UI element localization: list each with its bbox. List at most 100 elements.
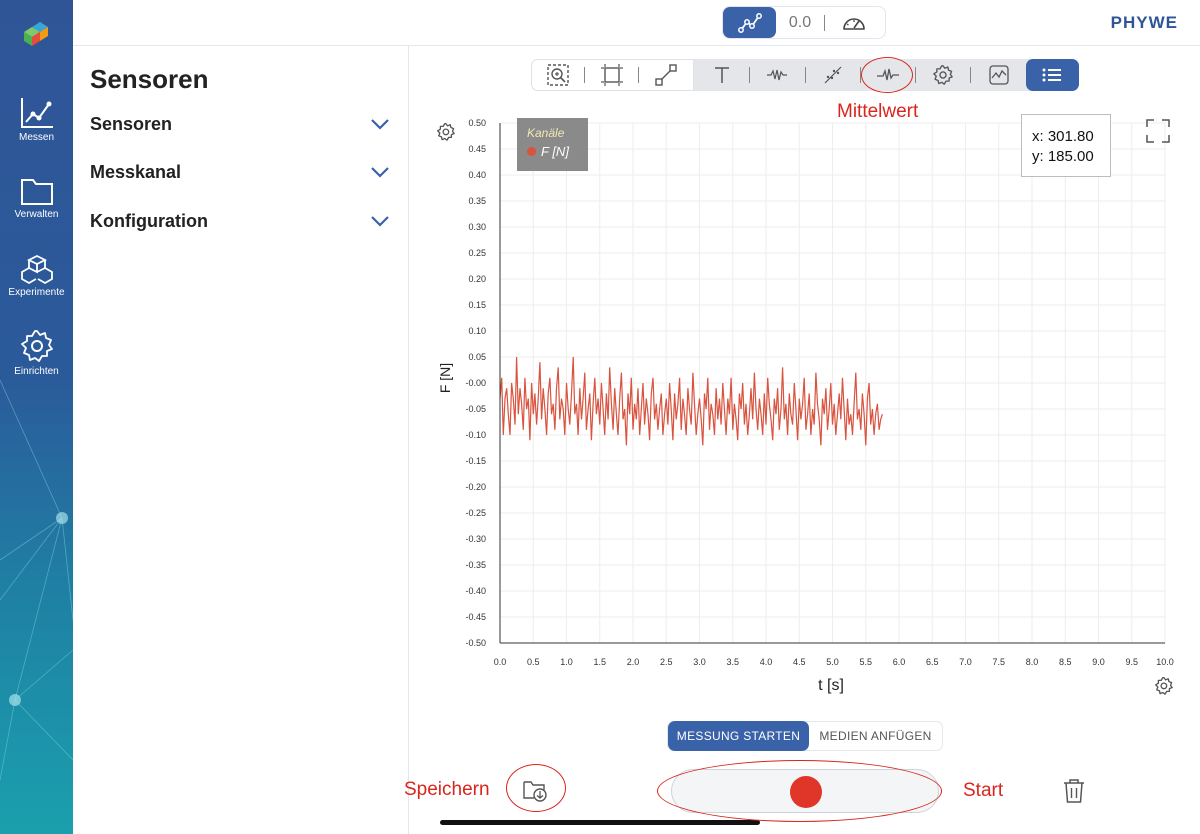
y-tick-label: 0.30 <box>468 222 486 232</box>
rail-item-einrichten[interactable]: Einrichten <box>0 328 73 377</box>
rail-item-label: Experimente <box>8 287 65 298</box>
x-tick-label: 6.5 <box>926 657 939 667</box>
y-tick-label: 0.10 <box>468 326 486 336</box>
x-tick-label: 5.5 <box>859 657 872 667</box>
accordion-konfiguration[interactable]: Konfiguration <box>90 206 390 236</box>
rail-item-label: Verwalten <box>14 209 59 220</box>
y-tick-label: 0.50 <box>468 118 486 128</box>
regression-button[interactable] <box>806 59 860 91</box>
y-tick-label: 0.05 <box>468 352 486 362</box>
chevron-down-icon <box>371 119 389 130</box>
sensor-panel: Sensoren Sensoren Messkanal Konfiguratio… <box>73 46 409 834</box>
x-tick-label: 7.5 <box>992 657 1005 667</box>
x-tick-label: 7.0 <box>959 657 972 667</box>
annotation-speichern: Speichern <box>404 779 490 800</box>
chevron-down-icon <box>371 216 389 227</box>
regression-icon <box>824 66 842 84</box>
zoom-select-icon <box>547 64 569 86</box>
annotation-start: Start <box>963 780 1004 801</box>
tab-medien-anfuegen[interactable]: MEDIEN ANFÜGEN <box>809 729 942 743</box>
annotation-circle-save <box>506 764 566 812</box>
list-view-button[interactable] <box>1025 59 1079 91</box>
x-tick-label: 10.0 <box>1156 657 1174 667</box>
chart-line-icon <box>20 98 53 128</box>
signal-tool-icon <box>988 65 1009 85</box>
rail-item-label: Einrichten <box>14 366 59 377</box>
y-tick-label: 0.35 <box>468 196 486 206</box>
y-tick-label: 0.40 <box>468 170 486 180</box>
nav-rail: Messen Verwalten Experimente Einrichten <box>0 0 73 834</box>
rail-item-messen[interactable]: Messen <box>0 96 73 143</box>
y-tick-label: -0.10 <box>465 430 486 440</box>
chart-settings-icon[interactable] <box>436 122 455 141</box>
chevron-down-icon <box>371 167 389 178</box>
gear-icon <box>20 330 53 362</box>
x-tick-label: 8.0 <box>1026 657 1039 667</box>
smoothing-button[interactable] <box>750 59 804 91</box>
chart-legend[interactable]: Kanäle F [N] <box>517 118 588 171</box>
text-tool-button[interactable] <box>694 59 749 91</box>
gauge-mode-button[interactable] <box>825 13 883 33</box>
y-axis-label: F [N] <box>437 363 453 393</box>
list-icon <box>1042 68 1062 82</box>
graph-toolbar <box>531 59 1079 91</box>
brand-logo: PHYWE <box>1110 13 1178 32</box>
axis-settings-icon[interactable] <box>1154 676 1173 695</box>
y-tick-label: -0.50 <box>465 638 486 648</box>
graph-icon <box>737 12 762 33</box>
accordion-label: Sensoren <box>90 113 173 134</box>
fit-view-button[interactable] <box>585 59 637 91</box>
tab-messung-starten[interactable]: MESSUNG STARTEN <box>668 721 809 751</box>
legend-entry[interactable]: F [N] <box>527 144 588 159</box>
rail-item-verwalten[interactable]: Verwalten <box>0 175 73 220</box>
value-mode-button[interactable]: 0.0 <box>776 14 824 32</box>
delete-button[interactable] <box>1062 777 1086 810</box>
y-tick-label: -0.45 <box>465 612 486 622</box>
accordion-sensoren[interactable]: Sensoren <box>90 109 390 139</box>
graph-settings-button[interactable] <box>916 59 970 91</box>
x-tick-label: 0.0 <box>494 657 507 667</box>
y-tick-label: 0.20 <box>468 274 486 284</box>
y-tick-label: -0.40 <box>465 586 486 596</box>
x-tick-label: 4.0 <box>760 657 773 667</box>
y-tick-label: 0.15 <box>468 300 486 310</box>
series-color-dot <box>527 147 536 156</box>
x-tick-label: 3.5 <box>726 657 739 667</box>
annotation-circle-mean <box>861 57 913 93</box>
x-tick-label: 1.0 <box>560 657 573 667</box>
zoom-select-button[interactable] <box>532 59 584 91</box>
x-tick-label: 2.5 <box>660 657 673 667</box>
y-tick-label: 0.45 <box>468 144 486 154</box>
line-tool-button[interactable] <box>639 59 693 91</box>
top-bar: 0.0 PHYWE <box>73 0 1200 46</box>
x-tick-label: 2.0 <box>627 657 640 667</box>
rail-item-experimente[interactable]: Experimente <box>0 253 73 298</box>
line-tool-icon <box>655 64 677 86</box>
fit-view-icon <box>600 64 623 86</box>
accordion-messkanal[interactable]: Messkanal <box>90 157 390 187</box>
x-tick-label: 3.0 <box>693 657 706 667</box>
legend-header: Kanäle <box>527 126 565 140</box>
accordion-label: Messkanal <box>90 161 182 182</box>
cubes-icon <box>20 254 53 285</box>
legend-series-label: F [N] <box>541 144 569 159</box>
graph-mode-button[interactable] <box>723 7 776 38</box>
folder-icon <box>20 179 53 205</box>
home-indicator <box>440 820 760 825</box>
x-tick-label: 4.5 <box>793 657 806 667</box>
text-tool-icon <box>714 67 729 83</box>
trash-icon <box>1064 779 1084 803</box>
y-tick-label: 0.25 <box>468 248 486 258</box>
x-tick-label: 0.5 <box>527 657 540 667</box>
mode-switch: 0.0 <box>722 6 886 39</box>
y-tick-label: -0.00 <box>465 378 486 388</box>
force-time-chart[interactable]: 0.0 0.5 1.0 1.5 2.0 2.5 3.0 3.5 4.0 4.5 5.0 5.5 6.0 6… <box>423 103 1183 708</box>
bottom-tabs: MESSUNG STARTEN MEDIEN ANFÜGEN <box>667 721 943 751</box>
signal-tool-button[interactable] <box>971 59 1025 91</box>
gauge-icon <box>843 17 865 30</box>
panel-title: Sensoren <box>90 64 209 94</box>
x-axis-label: t [s] <box>818 677 844 694</box>
x-tick-label: 5.0 <box>826 657 839 667</box>
gear-icon <box>933 65 954 85</box>
tool-group-view <box>531 59 694 91</box>
